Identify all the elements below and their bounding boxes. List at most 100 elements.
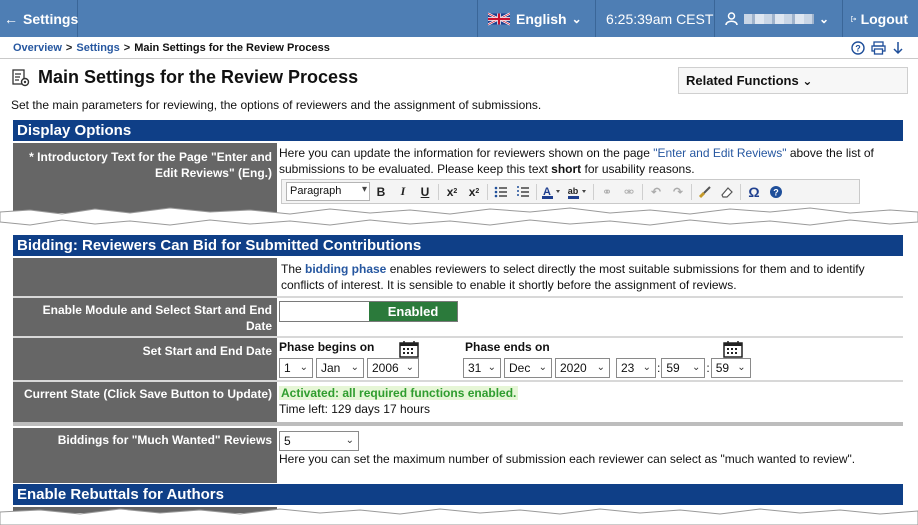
end-second-value: 59	[715, 361, 730, 375]
intro-text-label: * Introductory Text for the Page "Enter …	[13, 143, 277, 213]
text-color-icon[interactable]: A	[539, 182, 565, 202]
back-to-settings-button[interactable]: ← Settings	[0, 0, 78, 37]
time-separator: :	[706, 361, 710, 375]
toolbar-divider	[593, 183, 594, 200]
section-header-display-options: Display Options	[13, 120, 903, 141]
help-icon[interactable]: ?	[850, 40, 866, 56]
breadcrumb-settings[interactable]: Settings	[76, 42, 119, 54]
intro-help-text: Here you can update the information for …	[279, 146, 654, 160]
toggle-off-side	[280, 302, 369, 321]
phase-ends-label: Phase ends on	[465, 340, 550, 354]
page-title: Main Settings for the Review Process	[38, 67, 359, 87]
unlink-icon[interactable]: ⚮	[618, 182, 640, 202]
link-icon[interactable]: ⚭	[596, 182, 618, 202]
begin-year-select[interactable]: 2006 ⌄	[367, 358, 419, 378]
end-day-select[interactable]: 31 ⌄	[463, 358, 501, 378]
logout-icon	[851, 15, 857, 22]
undo-icon[interactable]: ↶	[645, 182, 667, 202]
section-header-rebuttals: Enable Rebuttals for Authors	[13, 484, 903, 505]
chevron-down-icon: ⌄	[571, 11, 582, 26]
chevron-down-icon: ⌄	[299, 362, 308, 373]
bulleted-list-icon[interactable]	[490, 182, 512, 202]
user-menu[interactable]: ⌄	[715, 0, 843, 37]
underline-icon[interactable]: U	[414, 182, 436, 202]
end-minute-value: 59	[666, 361, 680, 375]
chevron-down-icon: ⌄	[405, 362, 414, 373]
rich-text-toolbar: Paragraph B I U x2 x2 A ab ⚭ ⚮ ↶ ↷ Ω ?	[281, 179, 860, 204]
end-year-value: 2020	[560, 361, 587, 375]
current-state-row: Current State (Click Save Button to Upda…	[13, 382, 903, 422]
enable-module-toggle[interactable]: Enabled	[279, 301, 458, 322]
logout-label: Logout	[860, 10, 908, 27]
bold-icon[interactable]: B	[370, 182, 392, 202]
numbered-list-icon[interactable]	[512, 182, 534, 202]
begin-day-value: 1	[284, 361, 291, 375]
clean-format-brush-icon[interactable]	[694, 182, 716, 202]
page-tools: ?	[850, 40, 906, 56]
eraser-icon[interactable]	[716, 182, 738, 202]
toolbar-divider	[438, 183, 439, 200]
arrow-down-icon[interactable]	[890, 40, 906, 56]
uk-flag-icon	[488, 12, 510, 25]
end-month-select[interactable]: Dec ⌄	[504, 358, 552, 378]
toolbar-divider	[691, 183, 692, 200]
arrow-left-icon: ←	[4, 10, 18, 27]
help-icon[interactable]: ?	[765, 182, 787, 202]
toggle-enabled-label: Enabled	[369, 302, 457, 321]
current-state-status: Activated: all required functions enable…	[279, 386, 519, 400]
breadcrumb-overview[interactable]: Overview	[13, 42, 62, 54]
logout-button[interactable]: Logout	[843, 0, 918, 37]
special-character-icon[interactable]: Ω	[743, 182, 765, 202]
breadcrumb-separator: >	[123, 41, 131, 54]
chevron-down-icon: ⌄	[596, 362, 605, 373]
chevron-down-icon: ⌄	[350, 362, 359, 373]
toolbar-divider	[487, 183, 488, 200]
top-bar: ← Settings English ⌄ 6:25:39am CEST ⌄ Lo…	[0, 0, 918, 37]
end-year-select[interactable]: 2020 ⌄	[555, 358, 610, 378]
calendar-icon[interactable]	[399, 340, 419, 358]
end-second-select[interactable]: 59 ⌄	[710, 358, 751, 378]
end-minute-select[interactable]: 59 ⌄	[661, 358, 706, 378]
related-functions-label: Related Functions	[686, 73, 799, 88]
subscript-icon[interactable]: x2	[441, 182, 463, 202]
print-icon[interactable]	[870, 40, 886, 56]
end-hour-select[interactable]: 23 ⌄	[616, 358, 656, 378]
toolbar-divider	[536, 183, 537, 200]
chevron-down-icon: ⌄	[737, 362, 746, 373]
begin-day-select[interactable]: 1 ⌄	[279, 358, 313, 378]
current-state-label: Current State (Click Save Button to Upda…	[13, 382, 277, 422]
related-functions-dropdown[interactable]: Related Functions ⌄	[678, 67, 908, 94]
empty-label-cell	[13, 258, 277, 296]
user-name-redacted	[744, 13, 814, 24]
begin-month-value: Jan	[321, 361, 341, 375]
redo-icon[interactable]: ↷	[667, 182, 689, 202]
paragraph-format-select[interactable]: Paragraph	[286, 182, 370, 201]
clock-time: 6:25:39am	[606, 10, 673, 27]
row-divider	[13, 422, 903, 426]
bidding-phase-link[interactable]: bidding phase	[305, 262, 386, 276]
user-icon	[725, 11, 738, 25]
highlight-color-icon[interactable]: ab	[565, 182, 591, 202]
enter-edit-reviews-link[interactable]: "Enter and Edit Reviews"	[653, 146, 786, 160]
intro-help-bold: short	[551, 162, 582, 176]
chevron-down-icon: ⌄	[819, 11, 830, 26]
chevron-down-icon: ⌄	[487, 362, 496, 373]
much-wanted-select[interactable]: 5 ⌄	[279, 431, 359, 451]
enable-module-label: Enable Module and Select Start and End D…	[13, 298, 277, 336]
language-selector[interactable]: English ⌄	[478, 0, 596, 37]
superscript-icon[interactable]: x2	[463, 182, 485, 202]
svg-text:?: ?	[773, 187, 779, 197]
torn-edge-divider	[0, 207, 918, 226]
chevron-down-icon: ⌄	[802, 74, 813, 88]
bidding-description-row: The bidding phase enables reviewers to s…	[13, 258, 903, 296]
time-left: Time left: 129 days 17 hours	[279, 402, 430, 416]
calendar-icon[interactable]	[723, 340, 743, 358]
italic-icon[interactable]: I	[392, 182, 414, 202]
begin-month-select[interactable]: Jan ⌄	[316, 358, 364, 378]
start-end-date-value: Phase begins on Phase ends on 1 ⌄ Jan ⌄ 20…	[277, 338, 903, 380]
end-date-selects: 31 ⌄ Dec ⌄ 2020 ⌄ 23 ⌄ : 59 ⌄ : 59 ⌄	[463, 358, 754, 378]
back-label: Settings	[23, 10, 79, 27]
end-hour-value: 23	[621, 361, 635, 375]
bidding-desc-text: The	[281, 262, 306, 276]
much-wanted-label: Biddings for "Much Wanted" Reviews	[13, 428, 277, 483]
